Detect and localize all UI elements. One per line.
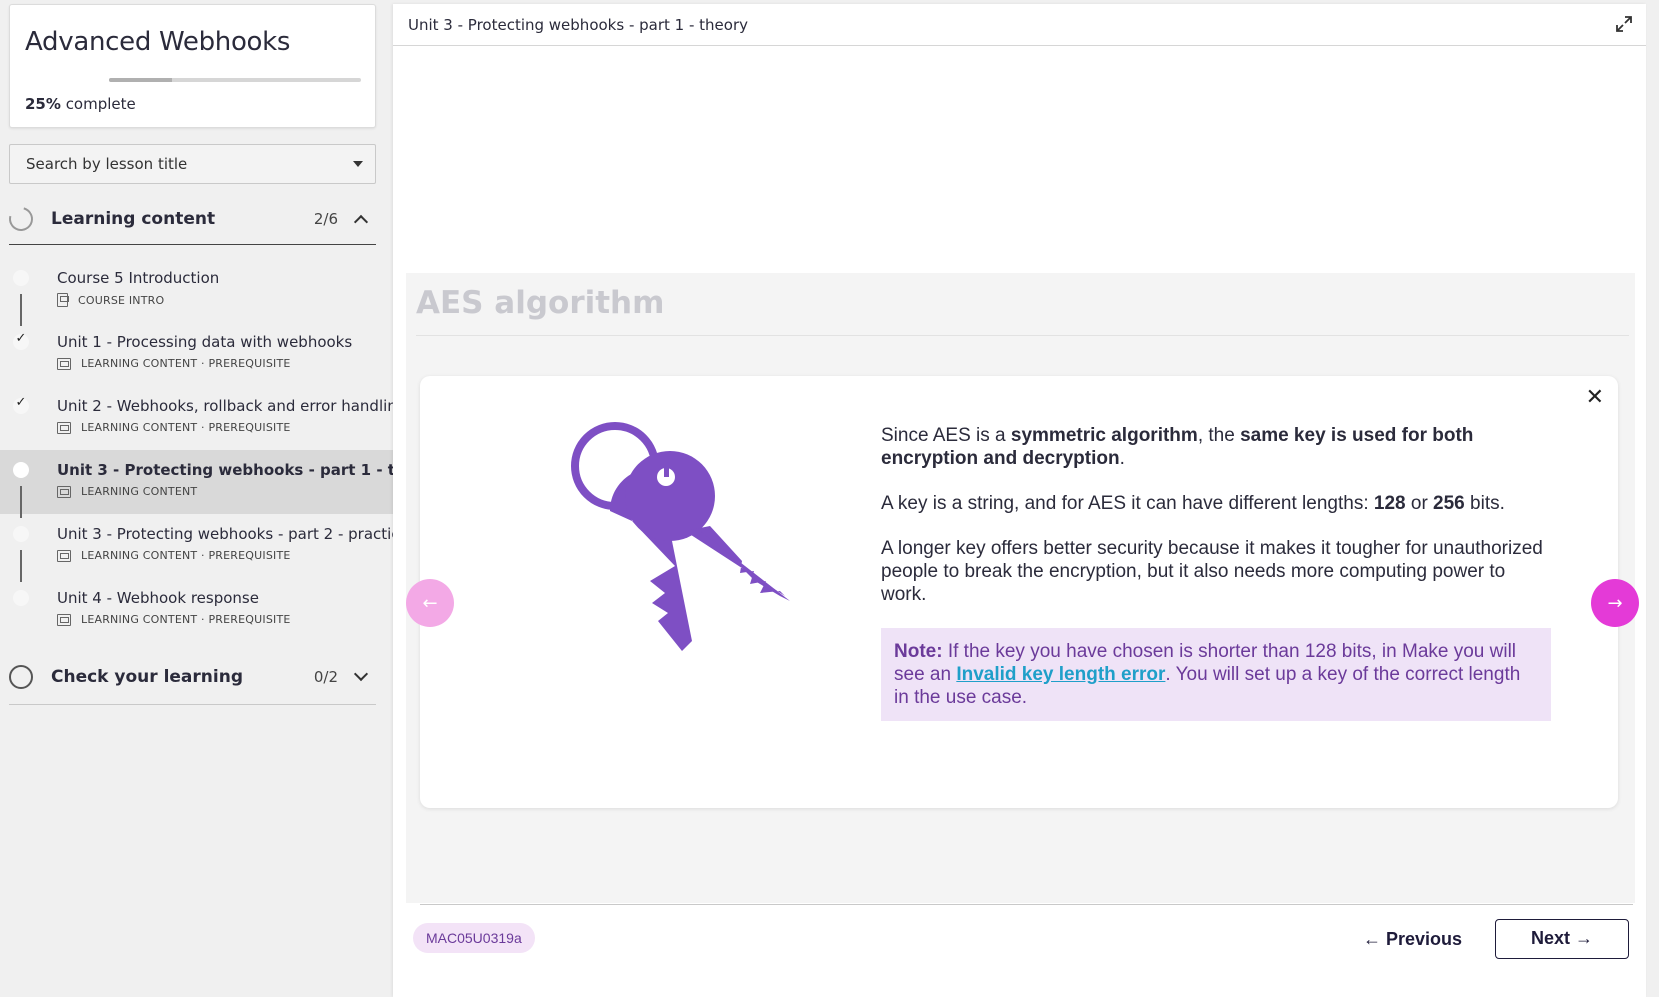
arrow-right-icon: → xyxy=(1607,592,1623,614)
course-card: Advanced Webhooks 25% complete xyxy=(9,4,376,128)
note-box: Note: If the key you have chosen is shor… xyxy=(881,628,1551,721)
lesson-search-select[interactable]: Search by lesson title xyxy=(9,144,376,184)
lesson-item[interactable]: Unit 4 - Webhook response LEARNING CONTE… xyxy=(0,578,393,642)
progress-value: 25% xyxy=(25,95,61,113)
chevron-up-icon[interactable] xyxy=(353,214,369,230)
lesson-meta: LEARNING CONTENT xyxy=(57,485,197,498)
lesson-meta: LEARNING CONTENT · PREREQUISITE xyxy=(57,421,291,434)
lesson-meta: LEARNING CONTENT · PREREQUISITE xyxy=(57,357,291,370)
previous-slide-button[interactable]: ← xyxy=(406,579,454,627)
lesson-title: Unit 3 - Protecting webhooks - part 1 - … xyxy=(57,461,444,479)
lesson-meta-text: LEARNING CONTENT · PREREQUISITE xyxy=(81,421,291,434)
lesson-meta-text: LEARNING CONTENT · PREREQUISITE xyxy=(81,549,291,562)
lesson-meta-text: LEARNING CONTENT · PREREQUISITE xyxy=(81,613,291,626)
lesson-meta-text: COURSE INTRO xyxy=(78,293,165,307)
paragraph-3: A longer key offers better security beca… xyxy=(881,538,1543,605)
lesson-item-active[interactable]: Unit 3 - Protecting webhooks - part 1 - … xyxy=(0,450,443,518)
lesson-item[interactable]: Course 5 Introduction COURSE INTRO xyxy=(0,258,393,326)
lesson-meta-text: LEARNING CONTENT · PREREQUISITE xyxy=(81,357,291,370)
keys-icon xyxy=(571,422,790,651)
next-slide-button[interactable]: → xyxy=(1591,579,1639,627)
checkmark-icon: ✓ xyxy=(15,395,27,410)
note-label: Note: xyxy=(894,641,943,662)
slide-stage: AES algorithm ✕ Since AES is a symmetric… xyxy=(406,273,1639,903)
slide-text: Since AES is a symmetric algorithm, the … xyxy=(881,424,1551,721)
lesson-status-dot xyxy=(13,270,29,286)
lesson-code-badge: MAC05U0319a xyxy=(413,923,535,953)
lesson-meta-text: LEARNING CONTENT xyxy=(81,485,198,498)
paragraph-1: Since AES is a symmetric algorithm, the … xyxy=(881,425,1474,469)
section-label: Learning content xyxy=(51,209,216,229)
caret-down-icon xyxy=(353,161,363,167)
course-progress-fill xyxy=(109,78,172,82)
section-divider xyxy=(9,704,376,705)
lesson-status-dot xyxy=(13,590,29,606)
lesson-title: Unit 1 - Processing data with webhooks xyxy=(57,333,353,351)
slides-icon xyxy=(57,613,71,626)
lesson-title: Unit 3 - Protecting webhooks - part 2 - … xyxy=(57,525,409,543)
paragraph-2: A key is a string, and for AES it can ha… xyxy=(881,493,1505,514)
previous-button[interactable]: ← Previous xyxy=(1353,920,1472,958)
lesson-meta: COURSE INTRO xyxy=(57,293,164,307)
chevron-down-icon[interactable] xyxy=(353,666,369,682)
section-divider xyxy=(9,244,376,245)
course-progress-bar xyxy=(109,78,361,82)
lesson-item[interactable]: ✓ Unit 2 - Webhooks, rollback and error … xyxy=(0,386,406,450)
slides-icon xyxy=(57,485,71,498)
section-learning-content[interactable]: Learning content 2/6 xyxy=(4,194,376,244)
footer-divider xyxy=(420,904,1633,905)
expand-icon[interactable] xyxy=(1614,14,1634,34)
lesson-title: Unit 4 - Webhook response xyxy=(57,589,259,607)
slide-title: AES algorithm xyxy=(416,285,665,321)
lesson-title: Course 5 Introduction xyxy=(57,269,220,287)
checkmark-icon: ✓ xyxy=(15,331,27,346)
arrow-left-icon: ← xyxy=(1363,929,1387,949)
lesson-title: Unit 2 - Webhooks, rollback and error ha… xyxy=(57,397,407,415)
course-title: Advanced Webhooks xyxy=(25,27,291,57)
next-label: Next xyxy=(1530,928,1570,948)
progress-suffix: complete xyxy=(65,95,136,113)
lesson-meta: LEARNING CONTENT · PREREQUISITE xyxy=(57,613,291,626)
arrow-right-icon: → xyxy=(1570,928,1594,948)
lesson-status-dot xyxy=(13,526,29,542)
slides-icon xyxy=(57,421,71,434)
section-check-your-learning[interactable]: Check your learning 0/2 xyxy=(9,652,376,702)
lesson-status-dot xyxy=(13,462,29,478)
lesson-topbar: Unit 3 - Protecting webhooks - part 1 - … xyxy=(393,4,1646,46)
partial-progress-ring-icon xyxy=(4,202,38,236)
breadcrumb: Unit 3 - Protecting webhooks - part 1 - … xyxy=(408,16,748,34)
previous-label: Previous xyxy=(1386,929,1463,949)
arrow-left-icon: ← xyxy=(422,592,438,614)
close-icon[interactable]: ✕ xyxy=(1586,387,1604,409)
course-sidebar: Advanced Webhooks 25% complete Search by… xyxy=(0,0,443,997)
slides-icon xyxy=(57,549,71,562)
section-count: 0/2 xyxy=(313,668,338,686)
slide-title-divider xyxy=(416,335,1629,336)
lesson-viewer: Unit 3 - Protecting webhooks - part 1 - … xyxy=(393,4,1646,997)
next-button[interactable]: Next → xyxy=(1495,919,1629,959)
search-placeholder: Search by lesson title xyxy=(26,155,188,173)
section-label: Check your learning xyxy=(51,667,243,687)
invalid-key-length-error-link[interactable]: Invalid key length error xyxy=(956,664,1165,685)
progress-text: 25% complete xyxy=(25,95,136,113)
slides-icon xyxy=(57,357,71,370)
lesson-item[interactable]: ✓ Unit 1 - Processing data with webhooks… xyxy=(0,322,393,386)
content-card: ✕ Since AES is a symmetric algorithm, th… xyxy=(420,376,1618,808)
lesson-meta: LEARNING CONTENT · PREREQUISITE xyxy=(57,549,291,562)
section-count: 2/6 xyxy=(313,210,338,228)
empty-progress-ring-icon xyxy=(9,665,33,689)
document-icon xyxy=(57,293,69,307)
lesson-item[interactable]: Unit 3 - Protecting webhooks - part 2 - … xyxy=(0,514,409,582)
lesson-list: Course 5 Introduction COURSE INTRO ✓ Uni… xyxy=(0,258,443,642)
